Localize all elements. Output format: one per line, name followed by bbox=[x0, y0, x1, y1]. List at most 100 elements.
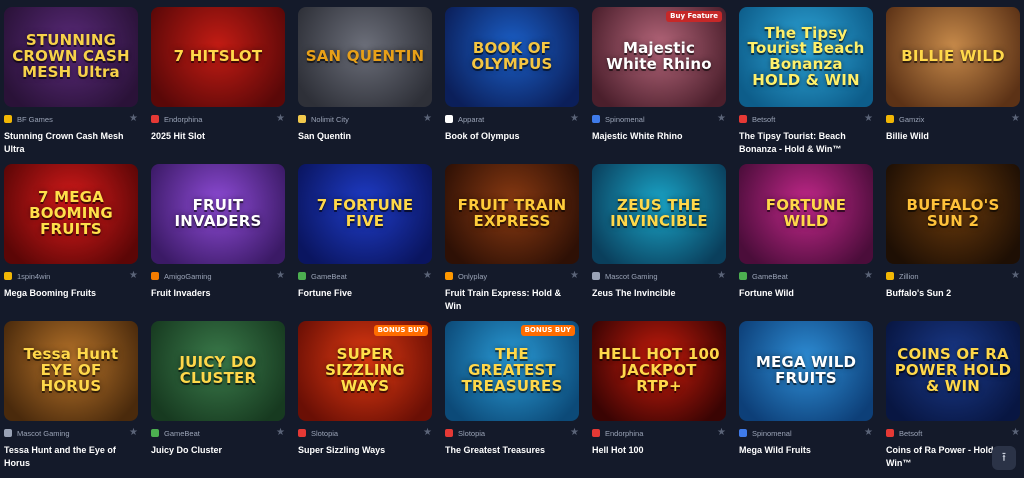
favorite-star-icon[interactable]: ★ bbox=[423, 271, 432, 281]
game-card[interactable]: SUPER SIZZLING WAYS BONUS BUY Slotopia ★… bbox=[298, 321, 432, 478]
game-thumbnail[interactable]: The Tipsy Tourist Beach Bonanza HOLD & W… bbox=[739, 7, 873, 107]
game-name[interactable]: Mega Wild Fruits bbox=[739, 444, 867, 457]
provider-name[interactable]: Slotopia bbox=[458, 429, 570, 438]
game-name[interactable]: Juicy Do Cluster bbox=[151, 444, 279, 457]
game-thumbnail[interactable]: FRUIT INVADERS bbox=[151, 164, 285, 264]
provider-name[interactable]: GameBeat bbox=[311, 272, 423, 281]
provider-name[interactable]: Gamzix bbox=[899, 115, 1011, 124]
game-thumbnail[interactable]: MEGA WILD FRUITS bbox=[739, 321, 873, 421]
provider-name[interactable]: Nolimit City bbox=[311, 115, 423, 124]
game-card[interactable]: STUNNING CROWN CASH MESH Ultra BF Games … bbox=[4, 7, 138, 164]
game-card[interactable]: BUFFALO'S SUN 2 Zillion ★ Buffalo's Sun … bbox=[886, 164, 1020, 321]
provider-name[interactable]: Spinomenal bbox=[605, 115, 717, 124]
favorite-star-icon[interactable]: ★ bbox=[717, 271, 726, 281]
game-thumbnail[interactable]: ZEUS THE INVINCIBLE bbox=[592, 164, 726, 264]
game-card[interactable]: BILLIE WILD Gamzix ★ Billie Wild bbox=[886, 7, 1020, 164]
favorite-star-icon[interactable]: ★ bbox=[129, 428, 138, 438]
favorite-star-icon[interactable]: ★ bbox=[129, 271, 138, 281]
game-thumbnail[interactable]: FORTUNE WILD bbox=[739, 164, 873, 264]
game-thumbnail[interactable]: BUFFALO'S SUN 2 bbox=[886, 164, 1020, 264]
game-name[interactable]: San Quentin bbox=[298, 130, 426, 143]
game-card[interactable]: SAN QUENTIN Nolimit City ★ San Quentin bbox=[298, 7, 432, 164]
favorite-star-icon[interactable]: ★ bbox=[1011, 271, 1020, 281]
game-name[interactable]: 2025 Hit Slot bbox=[151, 130, 279, 143]
provider-name[interactable]: Spinomenal bbox=[752, 429, 864, 438]
game-thumbnail[interactable]: Majestic White Rhino Buy Feature bbox=[592, 7, 726, 107]
game-name[interactable]: The Tipsy Tourist: Beach Bonanza - Hold … bbox=[739, 130, 867, 156]
game-thumbnail[interactable]: STUNNING CROWN CASH MESH Ultra bbox=[4, 7, 138, 107]
provider-name[interactable]: Slotopia bbox=[311, 429, 423, 438]
game-thumbnail[interactable]: BILLIE WILD bbox=[886, 7, 1020, 107]
game-name[interactable]: Majestic White Rhino bbox=[592, 130, 720, 143]
provider-name[interactable]: Betsoft bbox=[899, 429, 1011, 438]
game-card[interactable]: ZEUS THE INVINCIBLE Mascot Gaming ★ Zeus… bbox=[592, 164, 726, 321]
game-name[interactable]: Super Sizzling Ways bbox=[298, 444, 426, 457]
provider-name[interactable]: Endorphina bbox=[605, 429, 717, 438]
game-thumbnail[interactable]: BOOK OF OLYMPUS bbox=[445, 7, 579, 107]
game-card[interactable]: Tessa Hunt EYE OF HORUS Mascot Gaming ★ … bbox=[4, 321, 138, 478]
game-name[interactable]: Zeus The Invincible bbox=[592, 287, 720, 300]
provider-name[interactable]: GameBeat bbox=[752, 272, 864, 281]
favorite-star-icon[interactable]: ★ bbox=[1011, 114, 1020, 124]
game-name[interactable]: Buffalo's Sun 2 bbox=[886, 287, 1014, 300]
favorite-star-icon[interactable]: ★ bbox=[423, 114, 432, 124]
provider-name[interactable]: Apparat bbox=[458, 115, 570, 124]
favorite-star-icon[interactable]: ★ bbox=[864, 428, 873, 438]
favorite-star-icon[interactable]: ★ bbox=[864, 271, 873, 281]
game-card[interactable]: BOOK OF OLYMPUS Apparat ★ Book of Olympu… bbox=[445, 7, 579, 164]
game-card[interactable]: 7 FORTUNE FIVE GameBeat ★ Fortune Five bbox=[298, 164, 432, 321]
provider-name[interactable]: Endorphina bbox=[164, 115, 276, 124]
game-thumbnail[interactable]: 7 FORTUNE FIVE bbox=[298, 164, 432, 264]
game-name[interactable]: Fruit Train Express: Hold & Win bbox=[445, 287, 573, 313]
game-name[interactable]: The Greatest Treasures bbox=[445, 444, 573, 457]
favorite-star-icon[interactable]: ★ bbox=[423, 428, 432, 438]
provider-name[interactable]: Betsoft bbox=[752, 115, 864, 124]
favorite-star-icon[interactable]: ★ bbox=[276, 428, 285, 438]
game-name[interactable]: Fortune Five bbox=[298, 287, 426, 300]
favorite-star-icon[interactable]: ★ bbox=[717, 114, 726, 124]
game-card[interactable]: JUICY DO CLUSTER GameBeat ★ Juicy Do Clu… bbox=[151, 321, 285, 478]
provider-name[interactable]: Mascot Gaming bbox=[17, 429, 129, 438]
game-card[interactable]: HELL HOT 100 JACKPOT RTP+ Endorphina ★ H… bbox=[592, 321, 726, 478]
provider-name[interactable]: AmigoGaming bbox=[164, 272, 276, 281]
game-name[interactable]: Billie Wild bbox=[886, 130, 1014, 143]
game-card[interactable]: FORTUNE WILD GameBeat ★ Fortune Wild bbox=[739, 164, 873, 321]
game-name[interactable]: Hell Hot 100 bbox=[592, 444, 720, 457]
game-card[interactable]: Majestic White Rhino Buy Feature Spinome… bbox=[592, 7, 726, 164]
game-thumbnail[interactable]: Tessa Hunt EYE OF HORUS bbox=[4, 321, 138, 421]
favorite-star-icon[interactable]: ★ bbox=[129, 114, 138, 124]
game-card[interactable]: 7 MEGA BOOMING FRUITS 1spin4win ★ Mega B… bbox=[4, 164, 138, 321]
game-card[interactable]: THE GREATEST TREASURES BONUS BUY Slotopi… bbox=[445, 321, 579, 478]
game-thumbnail[interactable]: 7 MEGA BOOMING FRUITS bbox=[4, 164, 138, 264]
game-name[interactable]: Fruit Invaders bbox=[151, 287, 279, 300]
favorite-star-icon[interactable]: ★ bbox=[864, 114, 873, 124]
game-thumbnail[interactable]: 7 HITSLOT bbox=[151, 7, 285, 107]
favorite-star-icon[interactable]: ★ bbox=[276, 114, 285, 124]
favorite-star-icon[interactable]: ★ bbox=[570, 114, 579, 124]
provider-name[interactable]: 1spin4win bbox=[17, 272, 129, 281]
game-name[interactable]: Stunning Crown Cash Mesh Ultra bbox=[4, 130, 132, 156]
game-thumbnail[interactable]: THE GREATEST TREASURES BONUS BUY bbox=[445, 321, 579, 421]
game-card[interactable]: FRUIT TRAIN EXPRESS Onlyplay ★ Fruit Tra… bbox=[445, 164, 579, 321]
game-card[interactable]: 7 HITSLOT Endorphina ★ 2025 Hit Slot bbox=[151, 7, 285, 164]
game-card[interactable]: The Tipsy Tourist Beach Bonanza HOLD & W… bbox=[739, 7, 873, 164]
game-card[interactable]: FRUIT INVADERS AmigoGaming ★ Fruit Invad… bbox=[151, 164, 285, 321]
favorite-star-icon[interactable]: ★ bbox=[1011, 428, 1020, 438]
game-thumbnail[interactable]: HELL HOT 100 JACKPOT RTP+ bbox=[592, 321, 726, 421]
favorite-star-icon[interactable]: ★ bbox=[570, 271, 579, 281]
provider-name[interactable]: Zillion bbox=[899, 272, 1011, 281]
provider-name[interactable]: Mascot Gaming bbox=[605, 272, 717, 281]
game-name[interactable]: Tessa Hunt and the Eye of Horus bbox=[4, 444, 132, 470]
favorite-star-icon[interactable]: ★ bbox=[570, 428, 579, 438]
game-thumbnail[interactable]: JUICY DO CLUSTER bbox=[151, 321, 285, 421]
game-name[interactable]: Fortune Wild bbox=[739, 287, 867, 300]
provider-name[interactable]: Onlyplay bbox=[458, 272, 570, 281]
game-thumbnail[interactable]: COINS OF RA POWER HOLD & WIN bbox=[886, 321, 1020, 421]
favorite-star-icon[interactable]: ★ bbox=[276, 271, 285, 281]
game-thumbnail[interactable]: FRUIT TRAIN EXPRESS bbox=[445, 164, 579, 264]
game-thumbnail[interactable]: SAN QUENTIN bbox=[298, 7, 432, 107]
provider-name[interactable]: GameBeat bbox=[164, 429, 276, 438]
provider-name[interactable]: BF Games bbox=[17, 115, 129, 124]
game-name[interactable]: Mega Booming Fruits bbox=[4, 287, 132, 300]
game-thumbnail[interactable]: SUPER SIZZLING WAYS BONUS BUY bbox=[298, 321, 432, 421]
